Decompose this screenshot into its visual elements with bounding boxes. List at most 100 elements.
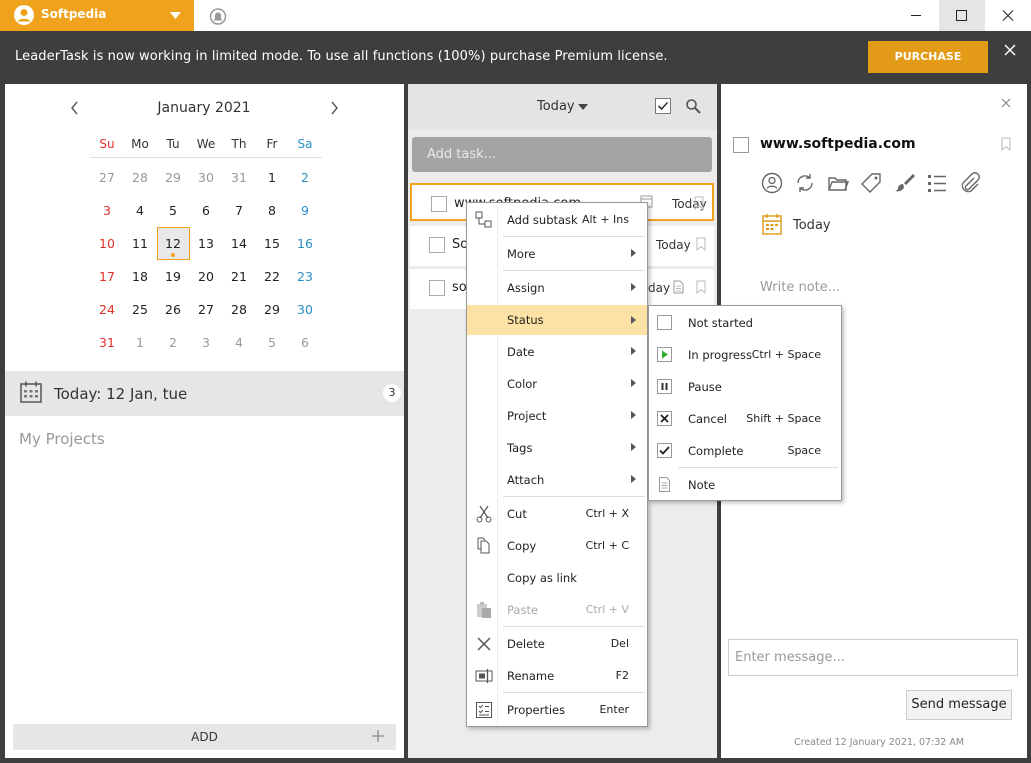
task-checkbox[interactable]	[429, 280, 445, 296]
calendar-day[interactable]: 13	[190, 232, 222, 256]
menu-item-assign[interactable]: Assign	[467, 274, 647, 302]
calendar-day[interactable]: 10	[91, 232, 123, 256]
show-completed-checkbox[interactable]	[655, 98, 671, 114]
detail-date[interactable]: Today	[793, 218, 831, 233]
status-cancel[interactable]: Cancel Shift + Space	[649, 403, 841, 433]
menu-item-tags[interactable]: Tags	[467, 434, 647, 462]
bookmark-icon[interactable]	[694, 196, 704, 210]
close-icon[interactable]	[1001, 98, 1011, 108]
calendar-day[interactable]: 1	[124, 331, 156, 355]
calendar-day[interactable]: 30	[289, 298, 321, 322]
maximize-button[interactable]	[939, 0, 985, 31]
calendar-day[interactable]: 26	[157, 298, 189, 322]
menu-item-properties[interactable]: Properties Enter	[467, 696, 647, 724]
calendar-day[interactable]: 16	[289, 232, 321, 256]
detail-complete-checkbox[interactable]	[733, 137, 749, 153]
folder-icon[interactable]	[827, 172, 849, 194]
calendar-day[interactable]: 8	[256, 199, 288, 223]
calendar-day[interactable]: 28	[223, 298, 255, 322]
calendar-day[interactable]: 23	[289, 265, 321, 289]
calendar-day[interactable]: 22	[256, 265, 288, 289]
purchase-button[interactable]: PURCHASE	[868, 41, 988, 73]
calendar-day[interactable]: 29	[157, 166, 189, 190]
menu-item-cut[interactable]: Cut Ctrl + X	[467, 500, 647, 528]
recurrence-icon[interactable]	[794, 172, 816, 194]
status-pause[interactable]: Pause	[649, 371, 841, 401]
calendar-day[interactable]: 3	[91, 199, 123, 223]
calendar-day[interactable]: 31	[91, 331, 123, 355]
status-in-progress[interactable]: In progress Ctrl + Space	[649, 339, 841, 369]
bookmark-icon[interactable]	[696, 280, 706, 294]
submenu-arrow-icon	[631, 411, 636, 419]
chevron-left-icon[interactable]	[70, 101, 79, 115]
menu-item-date[interactable]: Date	[467, 338, 647, 366]
menu-item-project[interactable]: Project	[467, 402, 647, 430]
menu-item-add-subtask[interactable]: Add subtask Alt + Ins	[467, 206, 647, 234]
tag-icon[interactable]	[860, 172, 882, 194]
menu-item-rename[interactable]: Rename F2	[467, 662, 647, 690]
calendar-day[interactable]: 2	[157, 331, 189, 355]
menu-item-color[interactable]: Color	[467, 370, 647, 398]
calendar-day[interactable]: 19	[157, 265, 189, 289]
menu-item-status[interactable]: Status	[467, 305, 647, 335]
checklist-icon[interactable]	[926, 172, 948, 194]
calendar-day[interactable]: 3	[190, 331, 222, 355]
paperclip-icon[interactable]	[959, 172, 981, 194]
status-complete[interactable]: Complete Space	[649, 435, 841, 465]
task-checkbox[interactable]	[429, 237, 445, 253]
calendar-day[interactable]: 18	[124, 265, 156, 289]
close-window-button[interactable]	[985, 0, 1031, 31]
user-menu[interactable]: Softpedia	[0, 0, 194, 31]
chevron-down-icon[interactable]	[578, 104, 588, 110]
calendar-day[interactable]: 14	[223, 232, 255, 256]
status-not-started[interactable]: Not started	[649, 307, 841, 337]
calendar-day[interactable]: 1	[256, 166, 288, 190]
chevron-right-icon[interactable]	[330, 101, 339, 115]
calendar-day[interactable]: 28	[124, 166, 156, 190]
calendar-day[interactable]: 11	[124, 232, 156, 256]
calendar-day[interactable]: 29	[256, 298, 288, 322]
calendar-day[interactable]: 27	[190, 298, 222, 322]
calendar-day[interactable]: 4	[124, 199, 156, 223]
menu-item-delete[interactable]: Delete Del	[467, 630, 647, 658]
assign-user-icon[interactable]	[761, 172, 783, 194]
menu-item-copy-as-link[interactable]: Copy as link	[467, 564, 647, 592]
calendar-day[interactable]: 27	[91, 166, 123, 190]
calendar-day-today[interactable]: 12	[157, 232, 189, 256]
calendar-day[interactable]: 15	[256, 232, 288, 256]
calendar-day[interactable]: 6	[190, 199, 222, 223]
send-message-button[interactable]: Send message	[906, 690, 1012, 720]
calendar-day[interactable]: 7	[223, 199, 255, 223]
calendar-day[interactable]: 9	[289, 199, 321, 223]
menu-item-more[interactable]: More	[467, 240, 647, 268]
calendar-day[interactable]: 30	[190, 166, 222, 190]
detail-title[interactable]: www.softpedia.com	[760, 136, 916, 152]
calendar-day[interactable]: 5	[157, 199, 189, 223]
calendar-day[interactable]: 5	[256, 331, 288, 355]
search-icon[interactable]	[685, 98, 701, 114]
bookmark-icon[interactable]	[1001, 137, 1011, 151]
calendar-day[interactable]: 20	[190, 265, 222, 289]
menu-item-copy[interactable]: Copy Ctrl + C	[467, 532, 647, 560]
plus-icon[interactable]	[371, 729, 385, 743]
date-filter-dropdown[interactable]: Today	[537, 99, 575, 114]
add-button[interactable]: ADD	[13, 724, 396, 750]
note-field[interactable]: Write note...	[760, 280, 840, 295]
menu-item-attach[interactable]: Attach	[467, 466, 647, 494]
status-note[interactable]: Note	[649, 469, 841, 499]
bell-icon[interactable]	[209, 8, 227, 25]
calendar-day[interactable]: 17	[91, 265, 123, 289]
color-brush-icon[interactable]	[894, 172, 916, 194]
task-checkbox[interactable]	[431, 196, 447, 212]
calendar-day[interactable]: 6	[289, 331, 321, 355]
calendar-day[interactable]: 2	[289, 166, 321, 190]
calendar-day[interactable]: 31	[223, 166, 255, 190]
calendar-day[interactable]: 21	[223, 265, 255, 289]
my-projects-label[interactable]: My Projects	[19, 430, 105, 448]
calendar-day[interactable]: 25	[124, 298, 156, 322]
calendar-day[interactable]: 24	[91, 298, 123, 322]
bookmark-icon[interactable]	[696, 237, 706, 251]
calendar-day[interactable]: 4	[223, 331, 255, 355]
banner-close-icon[interactable]	[1003, 43, 1017, 57]
minimize-button[interactable]	[893, 0, 939, 31]
